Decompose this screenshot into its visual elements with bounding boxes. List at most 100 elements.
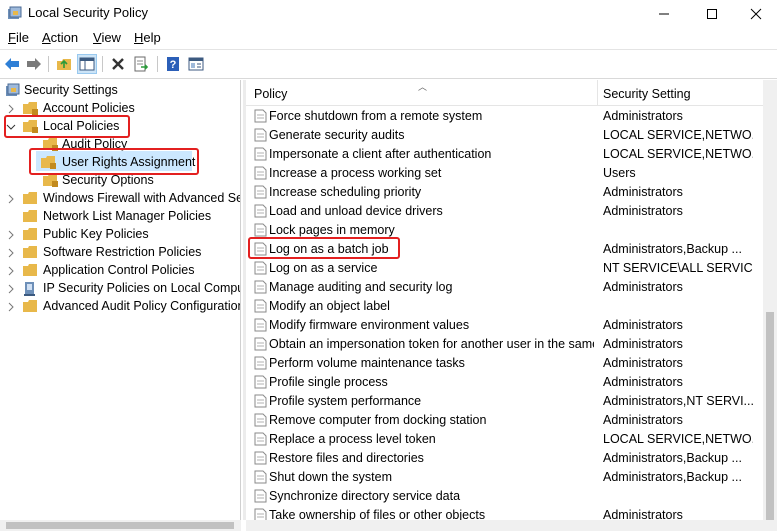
properties-button[interactable]: [186, 54, 206, 74]
tree-item-application-control[interactable]: Application Control Policies: [0, 262, 240, 280]
policy-row[interactable]: Modify firmware environment values Admini…: [246, 316, 763, 335]
menu-view[interactable]: View: [93, 30, 121, 45]
security-setting-value: LOCAL SERVICE,NETWO...: [603, 147, 753, 161]
policy-document-icon: [254, 280, 267, 294]
folder-icon: [22, 227, 40, 242]
chevron-right-icon[interactable]: [6, 301, 16, 312]
console-tree: Security Settings Account Policies Local…: [0, 80, 241, 520]
tree-item-public-key-policies[interactable]: Public Key Policies: [0, 226, 240, 244]
policy-row[interactable]: Profile single process Administrators: [246, 373, 763, 392]
back-arrow-icon: [5, 58, 19, 70]
policy-row[interactable]: Profile system performance Administrators…: [246, 392, 763, 411]
properties-icon: [188, 57, 204, 71]
folder-icon: [22, 209, 40, 224]
column-divider[interactable]: [597, 80, 598, 106]
menu-action[interactable]: Action: [42, 30, 78, 45]
column-header-security-setting[interactable]: Security Setting: [603, 87, 691, 101]
policy-list: ︿ Policy Security Setting Force shutdown…: [246, 80, 763, 520]
menu-file[interactable]: File: [8, 30, 29, 45]
policy-name: Impersonate a client after authenticatio…: [269, 147, 492, 161]
vertical-scrollbar-thumb[interactable]: [766, 312, 774, 520]
minimize-icon: [659, 13, 669, 15]
tree-item-advanced-audit[interactable]: Advanced Audit Policy Configuration: [0, 298, 240, 316]
policy-row[interactable]: Take ownership of files or other objects…: [246, 506, 763, 520]
forward-button[interactable]: [24, 54, 44, 74]
policy-name: Profile system performance: [269, 394, 422, 408]
policy-row[interactable]: Generate security audits LOCAL SERVICE,NE…: [246, 126, 763, 145]
export-list-icon: [134, 56, 149, 72]
policy-row[interactable]: Increase a process working set Users: [246, 164, 763, 183]
chevron-right-icon[interactable]: [6, 229, 16, 240]
tree-item-software-restriction[interactable]: Software Restriction Policies: [0, 244, 240, 262]
maximize-button[interactable]: [689, 0, 735, 28]
export-list-button[interactable]: [131, 54, 151, 74]
policy-row[interactable]: Manage auditing and security log Administ…: [246, 278, 763, 297]
security-setting-value: Administrators: [603, 375, 683, 389]
policy-row[interactable]: Replace a process level token LOCAL SERVI…: [246, 430, 763, 449]
chevron-right-icon[interactable]: [6, 265, 16, 276]
tree-horizontal-scrollbar[interactable]: [0, 520, 241, 531]
chevron-right-icon[interactable]: [6, 247, 16, 258]
policy-document-icon: [254, 318, 267, 332]
policy-document-icon: [254, 375, 267, 389]
security-setting-value: Administrators,Backup ...: [603, 242, 742, 256]
up-one-level-button[interactable]: [54, 54, 74, 74]
chevron-right-icon[interactable]: [6, 283, 16, 294]
policy-row[interactable]: Modify an object label: [246, 297, 763, 316]
security-setting-value: Users: [603, 166, 636, 180]
security-setting-value: Administrators: [603, 356, 683, 370]
policy-document-icon: [254, 128, 267, 142]
chevron-right-icon[interactable]: [6, 193, 16, 204]
menu-help[interactable]: Help: [134, 30, 161, 45]
tree-item-security-settings[interactable]: Security Settings: [0, 82, 240, 100]
folder-lock-icon: [22, 101, 40, 116]
tree-item-ip-security[interactable]: IP Security Policies on Local Computer: [0, 280, 240, 298]
tree-item-windows-firewall[interactable]: Windows Firewall with Advanced Security: [0, 190, 240, 208]
help-button[interactable]: ?: [163, 54, 183, 74]
policy-row[interactable]: Restore files and directories Administrat…: [246, 449, 763, 468]
security-setting-value: LOCAL SERVICE,NETWO...: [603, 432, 753, 446]
close-button[interactable]: [733, 0, 777, 28]
minimize-button[interactable]: [641, 0, 687, 28]
policy-document-icon: [254, 109, 267, 123]
policy-name: Increase scheduling priority: [269, 185, 422, 199]
policy-row[interactable]: Load and unload device drivers Administra…: [246, 202, 763, 221]
policy-name: Remove computer from docking station: [269, 413, 487, 427]
policy-document-icon: [254, 394, 267, 408]
policy-document-icon: [254, 470, 267, 484]
tree-horizontal-scrollbar-thumb[interactable]: [6, 522, 234, 529]
policy-name: Lock pages in memory: [269, 223, 395, 237]
policy-document-icon: [254, 432, 267, 446]
policy-row[interactable]: Increase scheduling priority Administrato…: [246, 183, 763, 202]
chevron-right-icon[interactable]: [6, 103, 16, 114]
policy-name: Perform volume maintenance tasks: [269, 356, 465, 370]
delete-button[interactable]: [108, 54, 128, 74]
security-setting-value: Administrators: [603, 413, 683, 427]
toolbar-separator-line: [0, 78, 777, 79]
highlight-box-local-policies: [4, 115, 130, 138]
back-button[interactable]: [2, 54, 22, 74]
policy-row[interactable]: Impersonate a client after authenticatio…: [246, 145, 763, 164]
menu-bar: File Action View Help: [0, 28, 777, 48]
security-setting-value: Administrators: [603, 280, 683, 294]
policy-row[interactable]: Log on as a service NT SERVICE\ALL SERVIC…: [246, 259, 763, 278]
highlight-box-log-on-as-batch-job: [248, 237, 400, 259]
list-horizontal-scrollbar[interactable]: [246, 520, 777, 531]
folder-icon: [22, 191, 40, 206]
policy-name: Synchronize directory service data: [269, 489, 461, 503]
policy-row[interactable]: Shut down the system Administrators,Backu…: [246, 468, 763, 487]
vertical-scrollbar[interactable]: [763, 80, 777, 520]
policy-row[interactable]: Force shutdown from a remote system Admin…: [246, 107, 763, 126]
folder-lock-icon: [42, 173, 60, 188]
tree-item-network-list-manager[interactable]: Network List Manager Policies: [0, 208, 240, 226]
policy-name: Profile single process: [269, 375, 388, 389]
show-hide-tree-button[interactable]: [77, 54, 97, 74]
policy-row[interactable]: Remove computer from docking station Admi…: [246, 411, 763, 430]
policy-row[interactable]: Perform volume maintenance tasks Administ…: [246, 354, 763, 373]
security-policy-app-icon: [7, 6, 22, 21]
policy-row[interactable]: Synchronize directory service data: [246, 487, 763, 506]
policy-row[interactable]: Obtain an impersonation token for anothe…: [246, 335, 763, 354]
toolbar-separator: [157, 56, 158, 72]
security-settings-icon: [5, 83, 23, 98]
column-header-policy[interactable]: Policy: [254, 87, 287, 101]
